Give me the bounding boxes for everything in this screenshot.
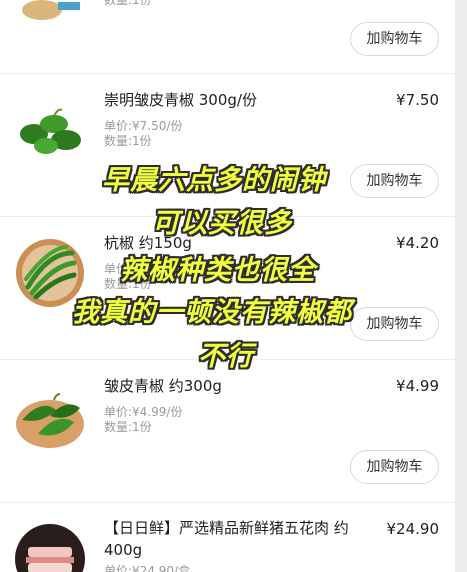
green-peppers-image <box>20 108 81 154</box>
list-item: 数量:1份 加购物车 <box>0 0 455 74</box>
product-price: ¥4.20 <box>396 234 439 252</box>
quantity-text: 数量:1份 <box>104 134 152 148</box>
product-name: 崇明皱皮青椒 300g/份 <box>104 91 257 109</box>
hangzhou-chili-bowl-image <box>16 239 84 307</box>
unit-price-text: 单价:¥7.50/份 <box>104 119 183 133</box>
product-price: ¥4.99 <box>396 377 439 395</box>
list-item: 杭椒 约150g ¥4.20 单价:¥ 数量:1份 加购物车 <box>0 217 455 359</box>
list-item: 【日日鲜】严选精品新鲜猪五花肉 约400g ¥24.90 单价:¥24.90/盒 <box>0 503 455 572</box>
product-thumbnail <box>14 380 86 452</box>
cart-screen: 数量:1份 加购物车 崇明皱皮青椒 300g/份 ¥7.50 单价:¥7.50/… <box>0 0 467 572</box>
product-name: 【日日鲜】严选精品新鲜猪五花肉 约400g <box>104 519 349 559</box>
quantity-text: 数量:1份 <box>104 0 152 7</box>
scrollbar[interactable] <box>455 0 467 572</box>
quantity-text: 数量:1份 <box>104 277 152 291</box>
product-thumbnail <box>14 237 86 309</box>
add-to-cart-button[interactable]: 加购物车 <box>350 307 439 341</box>
product-name: 皱皮青椒 约300g <box>104 377 222 395</box>
unit-price-text: 单价:¥ <box>104 262 140 276</box>
potato-image <box>22 0 80 20</box>
unit-price-text: 单价:¥24.90/盒 <box>104 564 191 572</box>
add-to-cart-button[interactable]: 加购物车 <box>350 164 439 198</box>
list-item: 崇明皱皮青椒 300g/份 ¥7.50 单价:¥7.50/份 数量:1份 加购物… <box>0 74 455 216</box>
pork-belly-image <box>15 524 85 572</box>
add-to-cart-button[interactable]: 加购物车 <box>350 450 439 484</box>
list-item: 皱皮青椒 约300g ¥4.99 单价:¥4.99/份 数量:1份 加购物车 <box>0 360 455 502</box>
green-peppers-plate-image <box>16 393 84 448</box>
quantity-text: 数量:1份 <box>104 420 152 434</box>
product-thumbnail <box>14 94 86 166</box>
product-price: ¥24.90 <box>386 520 440 538</box>
product-name: 杭椒 约150g <box>104 234 192 252</box>
product-price: ¥7.50 <box>396 91 439 109</box>
product-thumbnail <box>14 0 86 22</box>
unit-price-text: 单价:¥4.99/份 <box>104 405 183 419</box>
add-to-cart-button[interactable]: 加购物车 <box>350 22 439 56</box>
product-thumbnail <box>14 523 86 572</box>
